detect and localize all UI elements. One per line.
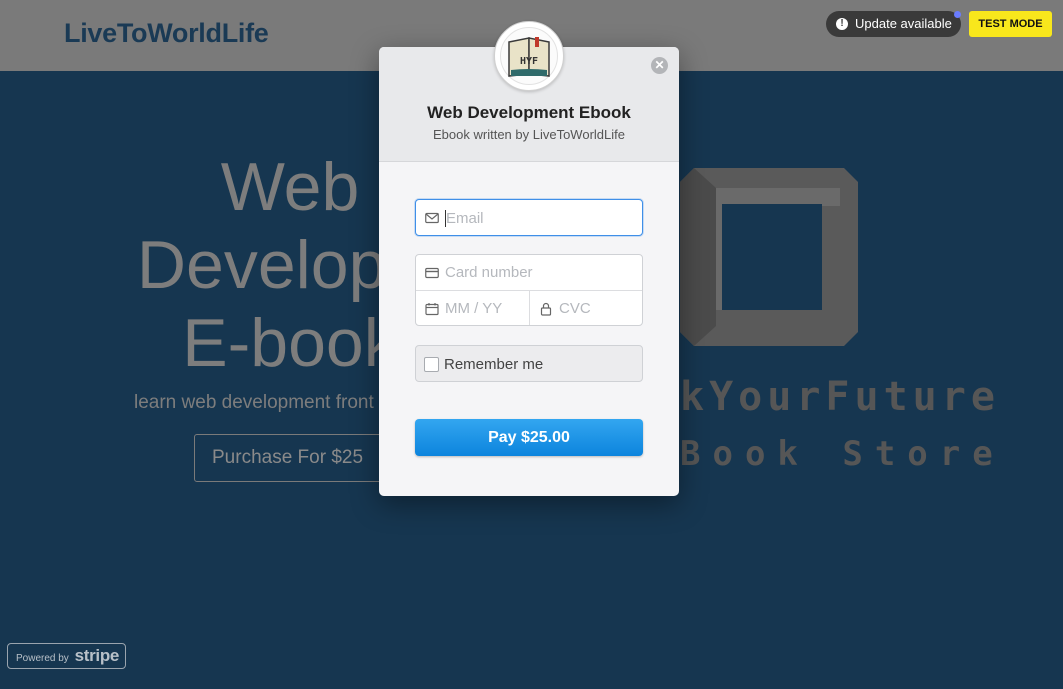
checkout-title: Web Development Ebook (427, 103, 631, 122)
envelope-icon (425, 212, 439, 224)
hero-subtitle: learn web development front (134, 392, 374, 413)
merchant-avatar-inner: HYF (500, 27, 558, 85)
expiry-field[interactable]: MM / YY (416, 291, 530, 325)
store-name-line-2: Book Store (680, 434, 1005, 474)
store-name-line-1: kYourFuture (680, 374, 1000, 420)
book-logo-icon: HYF (508, 37, 550, 77)
pay-button[interactable]: Pay $25.00 (415, 419, 643, 456)
email-field[interactable]: Email (415, 199, 643, 236)
card-number-field[interactable]: Card number (416, 255, 642, 291)
merchant-avatar-text: HYF (520, 56, 538, 67)
remember-me-row[interactable]: Remember me (415, 345, 643, 382)
test-mode-badge: TEST MODE (969, 11, 1052, 37)
purchase-button[interactable]: Purchase For $25 (194, 434, 394, 482)
remember-me-checkbox[interactable] (424, 357, 439, 372)
update-available-label: Update available (855, 16, 952, 31)
expiry-placeholder: MM / YY (445, 300, 503, 317)
cvc-field[interactable]: CVC (530, 291, 642, 325)
store-logo (680, 168, 858, 346)
notification-dot (954, 11, 961, 18)
site-brand[interactable]: LiveToWorldLife (64, 18, 269, 49)
powered-by-stripe-badge[interactable]: Powered by stripe (7, 643, 126, 669)
close-icon: ✕ (654, 58, 665, 72)
cvc-placeholder: CVC (559, 300, 591, 317)
exclamation-circle-icon: ! (836, 18, 848, 30)
lock-icon (540, 302, 552, 316)
close-button[interactable]: ✕ (651, 57, 668, 74)
remember-me-label: Remember me (444, 356, 544, 373)
merchant-avatar: HYF (494, 21, 564, 91)
checkout-modal: HYF ✕ Web Development Ebook Ebook writte… (379, 21, 679, 496)
credit-card-icon (425, 267, 439, 279)
calendar-icon (425, 303, 439, 316)
card-number-placeholder: Card number (445, 264, 533, 281)
email-placeholder: Email (446, 210, 484, 227)
stripe-wordmark: stripe (74, 646, 120, 665)
update-available-badge[interactable]: ! Update available (826, 11, 961, 37)
powered-by-prefix: Powered by (16, 653, 69, 664)
checkout-subtitle: Ebook written by LiveToWorldLife (433, 127, 625, 142)
card-details-group: Card number MM / YY CVC (415, 254, 643, 326)
